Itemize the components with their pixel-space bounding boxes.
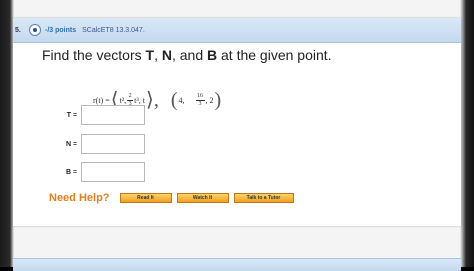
- point-right-paren-icon: ): [214, 89, 222, 111]
- answer-row-t: T =: [49, 105, 146, 125]
- question-number: 5.: [15, 26, 21, 34]
- right-angle-bracket-icon: ⟩,: [146, 89, 159, 111]
- prompt-prefix: Find the vectors: [42, 47, 146, 63]
- point-y: 16 3: [195, 92, 205, 108]
- answer-row-b: B =: [49, 162, 146, 182]
- vector-n-label: N: [161, 47, 172, 63]
- answer-input-n[interactable]: [81, 134, 146, 154]
- point-x: 4,: [178, 95, 185, 105]
- read-it-button[interactable]: Read It: [119, 193, 172, 203]
- prompt-sep-2: , and: [171, 47, 207, 63]
- formula-lhs: r(t) =: [93, 95, 110, 105]
- answer-equals: =: [73, 168, 78, 176]
- question-reference: SCalcET8 13.3.047.: [82, 26, 145, 34]
- point-z: , 2: [205, 95, 214, 105]
- question-points: -/3 points: [45, 26, 77, 34]
- answer-equals: =: [73, 111, 78, 119]
- talk-to-tutor-button[interactable]: Talk to a Tutor: [233, 193, 294, 203]
- screen-background: 5. -/3 points SCalcET8 13.3.047. Find th…: [0, 0, 474, 271]
- prompt-sep-1: ,: [154, 47, 162, 63]
- next-question-header: [13, 258, 461, 271]
- coef-numerator: 2: [128, 92, 132, 99]
- help-section: Need Help? Read It Watch It Talk to a Tu…: [49, 192, 299, 204]
- answer-label-b: B: [65, 168, 71, 176]
- vector-t-label: T: [145, 47, 155, 63]
- formula-t-squared: t²,: [119, 95, 127, 105]
- answer-row-n: N =: [49, 134, 146, 154]
- point-left-paren-icon: (: [170, 89, 178, 111]
- point-y-numerator: 16: [197, 92, 203, 99]
- watch-it-button[interactable]: Watch It: [176, 193, 229, 203]
- prompt-suffix: at the given point.: [217, 47, 332, 63]
- answer-input-t[interactable]: [81, 105, 146, 125]
- question-card: 5. -/3 points SCalcET8 13.3.047. Find th…: [13, 18, 461, 226]
- question-header: 5. -/3 points SCalcET8 13.3.047.: [13, 18, 461, 43]
- vector-b-label: B: [207, 47, 218, 63]
- formula-t-cubed: t³, t: [134, 95, 146, 105]
- point-y-denominator: 3: [198, 100, 202, 107]
- question-prompt: Find the vectors T, N, and B at the give…: [42, 47, 332, 63]
- answer-input-b[interactable]: [81, 162, 146, 182]
- answer-equals: =: [73, 140, 78, 148]
- answer-label-n: N: [65, 140, 71, 148]
- need-help-label: Need Help?: [49, 192, 110, 204]
- question-status-icon: [29, 24, 41, 36]
- answer-label-t: T: [66, 111, 71, 119]
